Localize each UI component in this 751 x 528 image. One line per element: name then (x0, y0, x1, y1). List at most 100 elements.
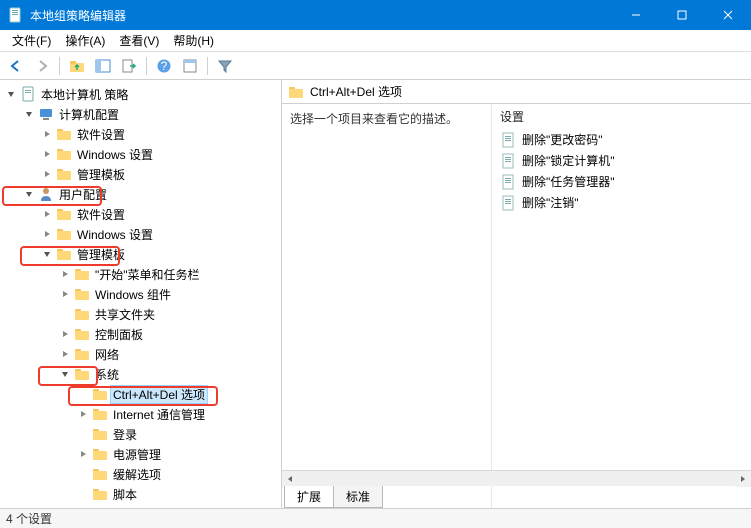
tree-root[interactable]: 本地计算机 策略 (2, 84, 133, 104)
list-item-label: 删除"注销" (522, 194, 579, 211)
folder-icon (74, 266, 90, 282)
tree-start-taskbar[interactable]: "开始"菜单和任务栏 (56, 264, 205, 284)
column-header-setting[interactable]: 设置 (492, 104, 751, 129)
list-item[interactable]: 删除"更改密码" (492, 129, 751, 150)
tree-label: 管理模板 (74, 245, 128, 264)
tree-shared-folders[interactable]: 共享文件夹 (56, 304, 160, 324)
menubar: 文件(F) 操作(A) 查看(V) 帮助(H) (0, 30, 751, 52)
tree-logon[interactable]: 登录 (74, 424, 142, 444)
tree-uc-software[interactable]: 软件设置 (38, 204, 130, 224)
chevron-right-icon[interactable] (40, 127, 54, 141)
tree-network[interactable]: 网络 (56, 344, 124, 364)
tree-system[interactable]: 系统 (56, 364, 124, 384)
tree-cc-admin[interactable]: 管理模板 (38, 164, 130, 184)
folder-icon (74, 346, 90, 362)
list-item[interactable]: 删除"任务管理器" (492, 171, 751, 192)
list-item[interactable]: 删除"锁定计算机" (492, 150, 751, 171)
tree-internet-comm[interactable]: Internet 通信管理 (74, 404, 210, 424)
filter-button[interactable] (213, 54, 237, 78)
chevron-down-icon[interactable] (4, 87, 18, 101)
chevron-right-icon[interactable] (58, 327, 72, 341)
tree-scripts[interactable]: 脚本 (74, 484, 142, 504)
minimize-button[interactable] (613, 0, 659, 30)
scroll-left-button[interactable] (282, 471, 298, 487)
policy-icon (500, 195, 516, 211)
maximize-button[interactable] (659, 0, 705, 30)
menu-file[interactable]: 文件(F) (6, 30, 57, 51)
properties-button[interactable] (178, 54, 202, 78)
tree-cc-software[interactable]: 软件设置 (38, 124, 130, 144)
tab-extended[interactable]: 扩展 (284, 486, 334, 508)
folder-icon (74, 286, 90, 302)
tree-label: 软件设置 (74, 205, 128, 224)
scroll-right-button[interactable] (735, 471, 751, 487)
tree-label: 本地计算机 策略 (38, 85, 131, 104)
tree-cc-windows[interactable]: Windows 设置 (38, 144, 158, 164)
tree-uc-windows[interactable]: Windows 设置 (38, 224, 158, 244)
folder-icon (92, 466, 108, 482)
tree-label: 软件设置 (74, 125, 128, 144)
folder-icon (92, 406, 108, 422)
policy-icon (500, 153, 516, 169)
back-button[interactable] (4, 54, 28, 78)
settings-list[interactable]: 设置 删除"更改密码" 删除"锁定计算机" 删除"任务管理器" 删除"注销" (492, 104, 751, 508)
list-item[interactable]: 删除"注销" (492, 192, 751, 213)
chevron-right-icon[interactable] (76, 407, 90, 421)
show-hide-tree-button[interactable] (91, 54, 115, 78)
policy-icon (500, 174, 516, 190)
tree-label: Windows 设置 (74, 225, 156, 244)
chevron-right-icon[interactable] (76, 447, 90, 461)
folder-icon (56, 166, 72, 182)
chevron-down-icon[interactable] (58, 367, 72, 381)
scrollbar-track[interactable] (298, 471, 735, 486)
tree-pane[interactable]: 本地计算机 策略 计算机配置 软件设置 Windows 设置 (0, 80, 282, 508)
tree-power[interactable]: 电源管理 (74, 444, 166, 464)
folder-icon (74, 366, 90, 382)
tree-ctrlaltdel[interactable]: Ctrl+Alt+Del 选项 (74, 384, 210, 404)
forward-button[interactable] (30, 54, 54, 78)
export-list-button[interactable] (117, 54, 141, 78)
chevron-right-icon[interactable] (40, 147, 54, 161)
tree-mitigation[interactable]: 缓解选项 (74, 464, 166, 484)
tree-control-panel[interactable]: 控制面板 (56, 324, 148, 344)
help-button[interactable]: ? (152, 54, 176, 78)
tree-label: Windows 组件 (92, 285, 174, 304)
details-pane: Ctrl+Alt+Del 选项 选择一个项目来查看它的描述。 设置 删除"更改密… (282, 80, 751, 508)
tree-label: 电源管理 (110, 445, 164, 464)
policy-tree[interactable]: 本地计算机 策略 计算机配置 软件设置 Windows 设置 (2, 84, 279, 504)
menu-action[interactable]: 操作(A) (59, 30, 111, 51)
tree-win-components[interactable]: Windows 组件 (56, 284, 176, 304)
tree-user-config[interactable]: 用户配置 (20, 184, 112, 204)
list-item-label: 删除"任务管理器" (522, 173, 615, 190)
menu-help[interactable]: 帮助(H) (167, 30, 220, 51)
svg-text:?: ? (161, 59, 168, 73)
tab-standard[interactable]: 标准 (333, 486, 383, 508)
details-title: Ctrl+Alt+Del 选项 (310, 83, 402, 100)
up-button[interactable] (65, 54, 89, 78)
chevron-down-icon[interactable] (40, 247, 54, 261)
chevron-right-icon[interactable] (58, 267, 72, 281)
statusbar: 4 个设置 (0, 508, 751, 528)
tree-uc-admin[interactable]: 管理模板 (38, 244, 130, 264)
folder-icon (56, 206, 72, 222)
menu-view[interactable]: 查看(V) (113, 30, 165, 51)
folder-icon (288, 84, 304, 100)
close-button[interactable] (705, 0, 751, 30)
chevron-right-icon[interactable] (40, 207, 54, 221)
tree-computer-config[interactable]: 计算机配置 (20, 104, 124, 124)
tree-label: Internet 通信管理 (110, 405, 208, 424)
chevron-right-icon[interactable] (40, 167, 54, 181)
tree-label: 登录 (110, 425, 140, 444)
chevron-right-icon[interactable] (58, 287, 72, 301)
chevron-down-icon[interactable] (22, 187, 36, 201)
horizontal-scrollbar[interactable] (282, 470, 751, 486)
chevron-right-icon[interactable] (58, 347, 72, 361)
folder-icon (56, 226, 72, 242)
chevron-right-icon[interactable] (40, 227, 54, 241)
tree-label: 共享文件夹 (92, 305, 158, 324)
description-text: 选择一个项目来查看它的描述。 (290, 112, 458, 126)
tree-label: 管理模板 (74, 165, 128, 184)
tree-label: Windows 设置 (74, 145, 156, 164)
document-icon (20, 86, 36, 102)
chevron-down-icon[interactable] (22, 107, 36, 121)
